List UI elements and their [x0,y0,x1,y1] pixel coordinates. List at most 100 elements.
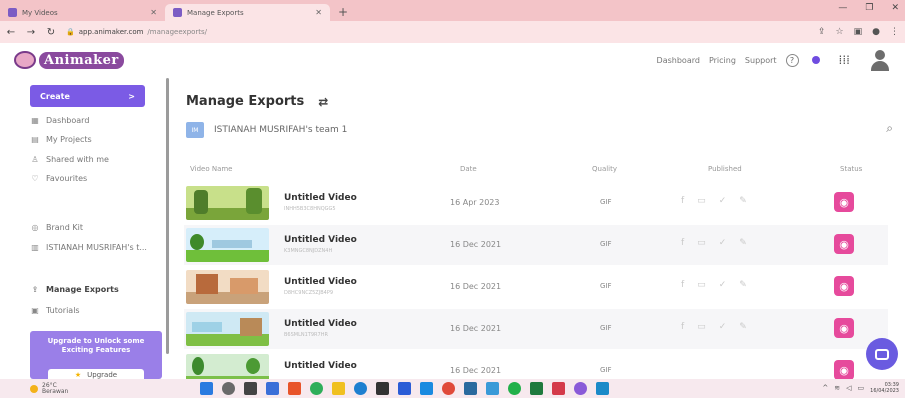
battery-icon[interactable]: ▭ [858,384,865,392]
forward-icon[interactable]: → [26,27,36,38]
youtube-icon[interactable]: ▭ [697,322,706,332]
sidebar-item-dashboard[interactable]: ▦ Dashboard [30,116,89,125]
tray-chevron-icon[interactable]: ^ [822,384,828,392]
video-quality: GIF [600,324,612,332]
search-icon[interactable]: ⌕ [886,121,893,136]
notification-dot-icon[interactable] [811,56,820,64]
sidebar-item-shared[interactable]: ♙ Shared with me [30,155,109,164]
excel-icon[interactable] [530,382,543,395]
vimeo-icon[interactable]: ✓ [719,238,727,248]
table-row[interactable]: Untitled Video K3MNGC8NJDZN4H 16 Dec 202… [184,225,888,265]
edit-icon[interactable]: ✎ [739,280,747,290]
nav-support-link[interactable]: Support [745,56,777,65]
photos-icon[interactable] [486,382,499,395]
new-tab-icon[interactable]: + [330,5,356,21]
vimeo-icon[interactable]: ✓ [719,196,727,206]
youtube-icon[interactable]: ▭ [697,280,706,290]
apps-grid-icon[interactable]: ⁞⁞⁞ [839,53,850,67]
download-status-icon[interactable]: ◉ [834,276,854,296]
sidebar: Create > ▦ Dashboard ▤ My Projects ♙ Sha… [0,77,165,381]
file-explorer-icon[interactable] [332,382,345,395]
browser-tab-my-videos[interactable]: My Videos ✕ [0,4,165,21]
create-button[interactable]: Create > [30,85,145,107]
table-row[interactable]: Untitled Video D8HC9NCZ5ZJB4P9 16 Dec 20… [184,267,888,307]
menu-icon[interactable]: ⋮ [890,27,899,37]
powerpoint-icon[interactable] [552,382,565,395]
youtube-icon[interactable]: ▭ [697,238,706,248]
download-status-icon[interactable]: ◉ [834,234,854,254]
chat-app-icon[interactable] [266,382,279,395]
youtube-icon[interactable]: ▭ [697,196,706,206]
edit-icon[interactable]: ✎ [739,238,747,248]
table-row[interactable]: Untitled Video 16 Dec 2021 GIF ◉ [184,351,888,379]
video-thumbnail[interactable] [186,186,269,220]
sidepanel-icon[interactable]: ▣ [854,27,863,37]
edge-icon[interactable] [354,382,367,395]
facebook-icon[interactable]: f [681,196,684,206]
sidebar-item-brand-kit[interactable]: ◎ Brand Kit [30,223,83,232]
minimize-icon[interactable]: — [838,3,847,13]
bookmark-star-icon[interactable]: ☆ [836,27,844,37]
profile-icon[interactable]: ● [872,27,880,37]
download-status-icon[interactable]: ◉ [834,192,854,212]
sidebar-item-manage-exports[interactable]: ⇪ Manage Exports [30,285,119,294]
outlook-icon[interactable] [420,382,433,395]
store-icon[interactable] [596,382,609,395]
restore-icon[interactable]: ❐ [865,3,873,13]
chat-support-button[interactable] [866,338,898,370]
mail-icon[interactable] [464,382,477,395]
sidebar-item-team[interactable]: ▥ ISTIANAH MUSRIFAH's t... [30,243,147,252]
share-icon[interactable]: ⇪ [818,27,826,37]
url-field[interactable]: 🔒 app.animaker.com/manageexports/ [66,24,366,40]
chrome-icon[interactable] [310,382,323,395]
system-clock[interactable]: 03:39 16/04/2023 [870,382,899,394]
windows-start-icon[interactable] [200,382,213,395]
app-icon[interactable] [442,382,455,395]
header-nav: Dashboard Pricing Support ? ⁞⁞⁞ [657,49,891,71]
video-thumbnail[interactable] [186,312,269,346]
table-row[interactable]: Untitled Video B6SMLN1T9R7HR 16 Dec 2021… [184,309,888,349]
facebook-icon[interactable]: f [681,280,684,290]
word-icon[interactable] [398,382,411,395]
team-selector[interactable]: IM ISTIANAH MUSRIFAH's team 1 [186,122,347,138]
sidebar-item-tutorials[interactable]: ▣ Tutorials [30,306,79,315]
facebook-icon[interactable]: f [681,322,684,332]
edit-icon[interactable]: ✎ [739,196,747,206]
back-icon[interactable]: ← [6,27,16,38]
wifi-icon[interactable]: ≋ [834,384,840,392]
refresh-icon[interactable]: ⇄ [318,95,328,109]
paint-icon[interactable] [574,382,587,395]
close-tab-icon[interactable]: ✕ [315,8,322,17]
video-thumbnail[interactable] [186,228,269,262]
edit-icon[interactable]: ✎ [739,322,747,332]
vimeo-icon[interactable]: ✓ [719,280,727,290]
help-icon[interactable]: ? [785,53,799,67]
search-taskbar-icon[interactable] [222,382,235,395]
animaker-logo[interactable]: Animaker [14,51,124,69]
sidebar-scrollbar[interactable] [166,78,169,354]
close-window-icon[interactable]: ✕ [891,3,899,13]
browser-tab-manage-exports[interactable]: Manage Exports ✕ [165,4,330,21]
facebook-icon[interactable]: f [681,238,684,248]
table-row[interactable]: Untitled Video INHH5B3C8HNQGG5 16 Apr 20… [184,183,888,223]
video-thumbnail[interactable] [186,270,269,304]
user-avatar-icon[interactable] [869,49,891,71]
download-status-icon[interactable]: ◉ [834,360,854,379]
reload-icon[interactable]: ↻ [46,27,56,38]
nav-dashboard-link[interactable]: Dashboard [657,56,700,65]
volume-icon[interactable]: ◁ [846,384,851,392]
nav-pricing-link[interactable]: Pricing [709,56,736,65]
video-title: Untitled Video [284,361,357,371]
whatsapp-icon[interactable] [508,382,521,395]
chevron-right-icon: > [128,91,135,101]
video-thumbnail[interactable] [186,354,269,379]
task-view-icon[interactable] [244,382,257,395]
sidebar-item-favourites[interactable]: ♡ Favourites [30,174,87,183]
close-tab-icon[interactable]: ✕ [150,8,157,17]
weather-widget[interactable]: 26°C Berawan [0,382,68,395]
dropbox-icon[interactable] [376,382,389,395]
sidebar-item-my-projects[interactable]: ▤ My Projects [30,135,92,144]
vimeo-icon[interactable]: ✓ [719,322,727,332]
office-icon[interactable] [288,382,301,395]
download-status-icon[interactable]: ◉ [834,318,854,338]
